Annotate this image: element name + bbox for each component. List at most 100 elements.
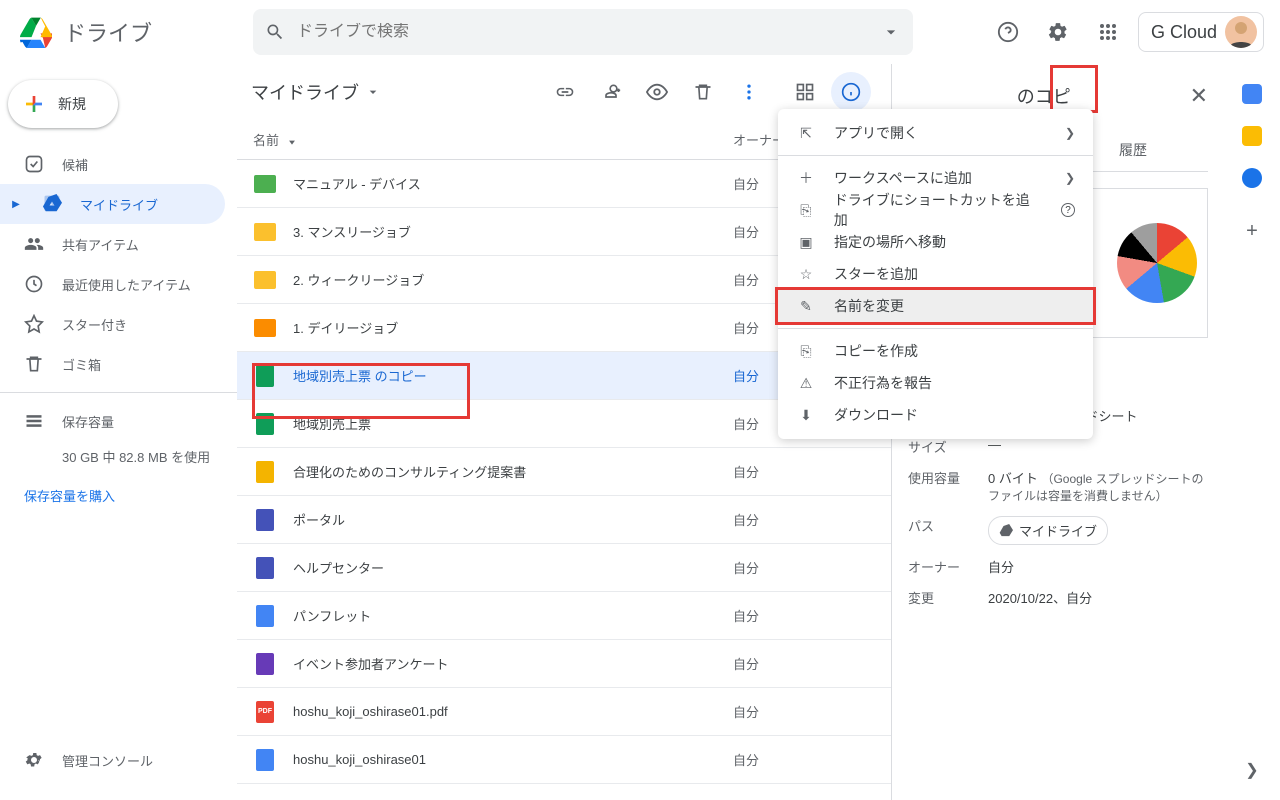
- sort-arrow-icon: [285, 133, 299, 147]
- drive-logo-icon[interactable]: [16, 12, 56, 52]
- logo-area: ドライブ: [16, 12, 253, 52]
- keep-icon[interactable]: [1242, 126, 1262, 146]
- account-chip[interactable]: G Cloud: [1138, 12, 1264, 52]
- close-icon[interactable]: ✕: [1190, 83, 1208, 109]
- search-icon: [265, 22, 285, 42]
- details-title: のコピ: [1017, 83, 1071, 109]
- action-bar: [545, 72, 871, 112]
- path-chip[interactable]: マイドライブ: [988, 516, 1108, 545]
- caret-right-icon: ▶: [8, 199, 24, 210]
- file-row[interactable]: イベント参加者アンケート 自分: [237, 640, 891, 688]
- file-name: 3. マンスリージョブ: [293, 222, 733, 241]
- people-icon: [24, 234, 44, 254]
- sidebar-item-recent[interactable]: 最近使用したアイテム: [0, 264, 225, 304]
- file-name: マニュアル - デバイス: [293, 174, 733, 193]
- file-name: 1. デイリージョブ: [293, 318, 733, 337]
- sidebar-item-trash[interactable]: ゴミ箱: [0, 344, 225, 384]
- plus-icon: ＋: [796, 168, 816, 188]
- file-name: ヘルプセンター: [293, 558, 733, 577]
- storage-usage: 30 GB 中 82.8 MB を使用: [0, 447, 237, 466]
- avatar: [1225, 16, 1257, 48]
- pencil-icon: ✎: [796, 296, 816, 316]
- apps-icon[interactable]: [1088, 12, 1128, 52]
- share-icon[interactable]: [591, 72, 631, 112]
- menu-item-report[interactable]: ⚠ 不正行為を報告: [778, 367, 1093, 399]
- file-row[interactable]: PDF hoshu_koji_oshirase01.pdf 自分: [237, 688, 891, 736]
- menu-item-star[interactable]: ☆ スターを追加: [778, 258, 1093, 290]
- sidebar-item-storage[interactable]: 保存容量: [0, 401, 225, 441]
- menu-item-pencil[interactable]: ✎ 名前を変更: [778, 290, 1093, 322]
- star-icon: ☆: [796, 264, 816, 284]
- file-type-icon: [253, 172, 277, 196]
- file-type-icon: [253, 748, 277, 772]
- info-icon[interactable]: [831, 72, 871, 112]
- settings-icon[interactable]: [1038, 12, 1078, 52]
- col-name-header[interactable]: 名前: [253, 130, 733, 149]
- chevron-right-icon: ❯: [1065, 171, 1075, 185]
- trash-icon: [24, 354, 44, 374]
- search-bar[interactable]: [253, 9, 913, 55]
- move-icon: ▣: [796, 232, 816, 252]
- account-name: G Cloud: [1151, 22, 1217, 43]
- menu-item-copy[interactable]: ⎘ コピーを作成: [778, 335, 1093, 367]
- header: ドライブ G Cloud: [0, 0, 1280, 64]
- menu-item-move[interactable]: ▣ 指定の場所へ移動: [778, 226, 1093, 258]
- calendar-icon[interactable]: [1242, 84, 1262, 104]
- file-row[interactable]: パンフレット 自分: [237, 592, 891, 640]
- file-row[interactable]: hoshu_koji_oshirase01 自分: [237, 736, 891, 784]
- get-link-icon[interactable]: [545, 72, 585, 112]
- new-button[interactable]: 新規: [8, 80, 118, 128]
- file-type-icon: [253, 604, 277, 628]
- chevron-right-icon[interactable]: ❯: [1245, 760, 1258, 780]
- file-owner: 自分: [733, 558, 873, 577]
- report-icon: ⚠: [796, 373, 816, 393]
- file-owner: 自分: [733, 702, 873, 721]
- buy-storage-link[interactable]: 保存容量を購入: [0, 486, 237, 505]
- menu-item-open-with[interactable]: ⇱ アプリで開く ❯: [778, 117, 1093, 149]
- check-square-icon: [24, 154, 44, 174]
- file-owner: 自分: [733, 654, 873, 673]
- file-name: パンフレット: [293, 606, 733, 625]
- file-row[interactable]: 合理化のためのコンサルティング提案書 自分: [237, 448, 891, 496]
- sidebar-item-shared[interactable]: 共有アイテム: [0, 224, 225, 264]
- file-row[interactable]: ポータル 自分: [237, 496, 891, 544]
- sidebar-item-starred[interactable]: スター付き: [0, 304, 225, 344]
- search-input[interactable]: [297, 23, 869, 41]
- file-name: イベント参加者アンケート: [293, 654, 733, 673]
- app-title: ドライブ: [64, 16, 152, 48]
- file-type-icon: [253, 556, 277, 580]
- file-owner: 自分: [733, 462, 873, 481]
- file-type-icon: [253, 508, 277, 532]
- storage-icon: [24, 411, 44, 431]
- breadcrumb[interactable]: マイドライブ: [251, 79, 381, 105]
- preview-icon[interactable]: [637, 72, 677, 112]
- menu-item-shortcut[interactable]: ⎘ ドライブにショートカットを追加 ?: [778, 194, 1093, 226]
- star-icon: [24, 314, 44, 334]
- tasks-icon[interactable]: [1242, 168, 1262, 188]
- sidebar-item-admin[interactable]: 管理コンソール: [0, 740, 225, 780]
- context-menu: ⇱ アプリで開く ❯ ＋ ワークスペースに追加 ❯ ⎘ ドライブにショートカット…: [778, 109, 1093, 439]
- plus-icon: [22, 92, 46, 116]
- gear-icon: [24, 750, 44, 770]
- file-type-icon: [253, 652, 277, 676]
- more-actions-icon[interactable]: [729, 72, 769, 112]
- file-name: hoshu_koji_oshirase01.pdf: [293, 704, 733, 719]
- copy-icon: ⎘: [796, 341, 816, 361]
- add-addon-icon[interactable]: +: [1246, 220, 1258, 243]
- grid-view-icon[interactable]: [785, 72, 825, 112]
- delete-icon[interactable]: [683, 72, 723, 112]
- file-name: 合理化のためのコンサルティング提案書: [293, 462, 733, 481]
- help-icon[interactable]: [988, 12, 1028, 52]
- sidebar-item-mydrive[interactable]: ▶ マイドライブ: [0, 184, 225, 224]
- file-name: 2. ウィークリージョブ: [293, 270, 733, 289]
- highlight-box: [252, 363, 470, 419]
- menu-item-download[interactable]: ⬇ ダウンロード: [778, 399, 1093, 431]
- shortcut-icon: ⎘: [796, 200, 816, 220]
- new-button-label: 新規: [58, 94, 86, 114]
- file-row[interactable]: ヘルプセンター 自分: [237, 544, 891, 592]
- pie-chart-icon: [1117, 223, 1197, 303]
- file-owner: 自分: [733, 510, 873, 529]
- search-options-icon[interactable]: [881, 22, 901, 42]
- sidebar-item-suggested[interactable]: 候補: [0, 144, 225, 184]
- file-owner: 自分: [733, 750, 873, 769]
